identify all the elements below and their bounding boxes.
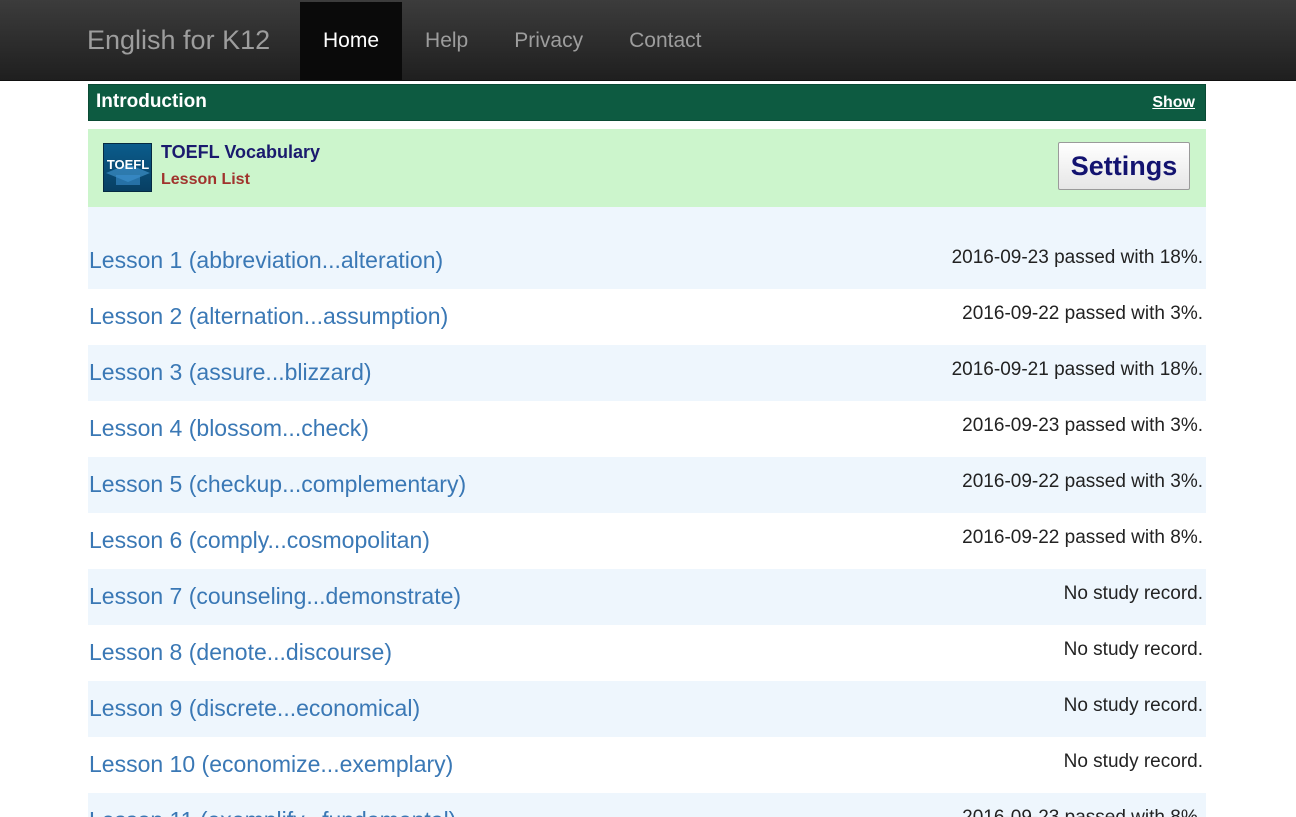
lesson-row: Lesson 3 (assure...blizzard) 2016-09-21 …	[88, 345, 1206, 401]
lesson-status: 2016-09-23 passed with 18%.	[951, 247, 1203, 268]
lesson-row: Lesson 6 (comply...cosmopolitan) 2016-09…	[88, 513, 1206, 569]
lesson-link[interactable]: Lesson 4 (blossom...check)	[89, 415, 369, 442]
lesson-link[interactable]: Lesson 5 (checkup...complementary)	[89, 471, 466, 498]
lesson-link[interactable]: Lesson 9 (discrete...economical)	[89, 695, 420, 722]
lesson-link[interactable]: Lesson 8 (denote...discourse)	[89, 639, 392, 666]
list-top-spacer	[88, 207, 1206, 233]
lesson-row: Lesson 11 (exemplify...fundamental) 2016…	[88, 793, 1206, 817]
course-subtitle: Lesson List	[161, 171, 250, 188]
brand-link[interactable]: English for K12	[87, 0, 270, 80]
lesson-row: Lesson 4 (blossom...check) 2016-09-23 pa…	[88, 401, 1206, 457]
lesson-row: Lesson 8 (denote...discourse) No study r…	[88, 625, 1206, 681]
settings-button[interactable]: Settings	[1058, 142, 1190, 190]
lesson-link[interactable]: Lesson 2 (alternation...assumption)	[89, 303, 448, 330]
introduction-show-link[interactable]: Show	[1152, 85, 1195, 120]
lesson-status: 2016-09-21 passed with 18%.	[951, 359, 1203, 380]
nav-item-home[interactable]: Home	[300, 2, 403, 80]
course-name: TOEFL Vocabulary	[161, 142, 321, 162]
nav-item-help[interactable]: Help	[402, 2, 491, 80]
logo-text: TOEFL	[107, 157, 149, 172]
lesson-row: Lesson 2 (alternation...assumption) 2016…	[88, 289, 1206, 345]
lesson-status: 2016-09-23 passed with 3%.	[962, 415, 1203, 436]
toefl-logo: TOEFL	[103, 143, 152, 192]
lesson-status: 2016-09-22 passed with 3%.	[962, 471, 1203, 492]
top-navbar: English for K12 Home Help Privacy Contac…	[0, 0, 1296, 81]
graduation-cap-icon: TOEFL	[106, 157, 150, 185]
lesson-list: Lesson 1 (abbreviation...alteration) 201…	[88, 207, 1206, 817]
lesson-row: Lesson 10 (economize...exemplary) No stu…	[88, 737, 1206, 793]
lesson-status: No study record.	[1063, 639, 1203, 660]
course-header-panel: TOEFL TOEFL Vocabulary Lesson List Setti…	[88, 129, 1206, 207]
lesson-status: No study record.	[1063, 695, 1203, 716]
lesson-link[interactable]: Lesson 7 (counseling...demonstrate)	[89, 583, 461, 610]
nav-item-privacy[interactable]: Privacy	[491, 2, 606, 80]
lesson-row: Lesson 7 (counseling...demonstrate) No s…	[88, 569, 1206, 625]
lesson-row: Lesson 5 (checkup...complementary) 2016-…	[88, 457, 1206, 513]
nav-item-contact[interactable]: Contact	[606, 2, 724, 80]
lesson-link[interactable]: Lesson 3 (assure...blizzard)	[89, 359, 372, 386]
introduction-title: Introduction	[96, 91, 207, 112]
lesson-status: 2016-09-23 passed with 8%.	[962, 807, 1203, 817]
lesson-row: Lesson 9 (discrete...economical) No stud…	[88, 681, 1206, 737]
lesson-link[interactable]: Lesson 1 (abbreviation...alteration)	[89, 247, 443, 274]
main-nav: Home Help Privacy Contact	[300, 2, 724, 80]
lesson-status: 2016-09-22 passed with 3%.	[962, 303, 1203, 324]
lesson-row: Lesson 1 (abbreviation...alteration) 201…	[88, 233, 1206, 289]
lesson-status: No study record.	[1063, 751, 1203, 772]
introduction-bar: Introduction Show	[88, 84, 1206, 121]
lesson-link[interactable]: Lesson 6 (comply...cosmopolitan)	[89, 527, 430, 554]
lesson-status: No study record.	[1063, 583, 1203, 604]
lesson-status: 2016-09-22 passed with 8%.	[962, 527, 1203, 548]
lesson-link[interactable]: Lesson 11 (exemplify...fundamental)	[89, 807, 456, 817]
lesson-link[interactable]: Lesson 10 (economize...exemplary)	[89, 751, 453, 778]
